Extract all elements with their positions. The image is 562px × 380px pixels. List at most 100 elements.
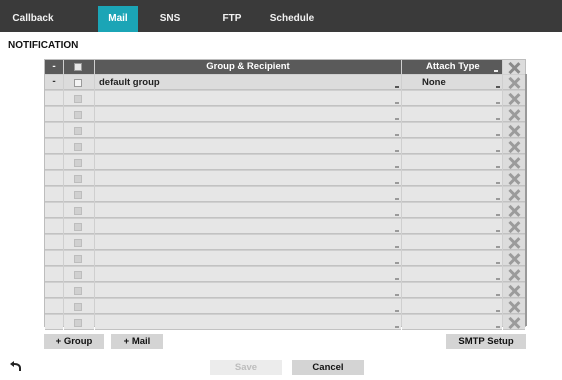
row-select-cell[interactable] [64, 235, 94, 250]
delete-icon[interactable] [508, 221, 520, 233]
row-select-cell[interactable] [64, 139, 94, 154]
row-delete-cell[interactable] [503, 251, 525, 266]
table-row[interactable] [45, 283, 525, 299]
tab-mail[interactable]: Mail [98, 6, 138, 32]
row-select-cell[interactable] [64, 283, 94, 298]
attach-type-select[interactable] [402, 107, 502, 122]
row-minus-cell[interactable] [45, 299, 63, 314]
add-group-button[interactable]: + Group [44, 334, 104, 349]
table-row[interactable] [45, 299, 525, 315]
row-select-cell[interactable] [64, 155, 94, 170]
attach-type-select[interactable] [402, 251, 502, 266]
row-delete-cell[interactable] [503, 299, 525, 314]
row-select-cell[interactable] [64, 91, 94, 106]
delete-icon[interactable] [508, 173, 520, 185]
group-recipient-field[interactable] [95, 155, 401, 170]
delete-icon[interactable] [508, 285, 520, 297]
group-recipient-field[interactable] [95, 123, 401, 138]
tab-ftp[interactable]: FTP [212, 6, 252, 32]
attach-type-select[interactable] [402, 299, 502, 314]
group-recipient-field[interactable] [95, 171, 401, 186]
row-checkbox[interactable] [74, 271, 82, 279]
row-minus-cell[interactable] [45, 251, 63, 266]
tab-callback[interactable]: Callback [8, 6, 58, 32]
table-row[interactable] [45, 91, 525, 107]
back-icon[interactable] [10, 361, 22, 371]
delete-icon[interactable] [508, 253, 520, 265]
row-minus-cell[interactable] [45, 171, 63, 186]
delete-icon[interactable] [508, 317, 520, 329]
table-row[interactable]: - default group None [45, 75, 525, 91]
attach-type-select[interactable] [402, 139, 502, 154]
attach-type-select[interactable] [402, 315, 502, 330]
row-checkbox[interactable] [74, 175, 82, 183]
group-recipient-field[interactable] [95, 187, 401, 202]
table-row[interactable] [45, 123, 525, 139]
attach-type-select[interactable] [402, 219, 502, 234]
group-recipient-field[interactable] [95, 315, 401, 330]
select-all-checkbox[interactable] [74, 63, 82, 71]
table-row[interactable] [45, 139, 525, 155]
table-row[interactable] [45, 219, 525, 235]
attach-type-select[interactable] [402, 155, 502, 170]
delete-icon[interactable] [508, 77, 520, 89]
row-checkbox[interactable] [74, 159, 82, 167]
row-delete-cell[interactable] [503, 171, 525, 186]
row-checkbox[interactable] [74, 319, 82, 327]
row-delete-cell[interactable] [503, 315, 525, 330]
attach-type-select[interactable] [402, 267, 502, 282]
delete-icon[interactable] [508, 205, 520, 217]
row-checkbox[interactable] [74, 239, 82, 247]
table-row[interactable] [45, 187, 525, 203]
row-checkbox[interactable] [74, 191, 82, 199]
delete-icon[interactable] [508, 301, 520, 313]
add-mail-button[interactable]: + Mail [111, 334, 163, 349]
attach-type-select[interactable] [402, 203, 502, 218]
row-select-cell[interactable] [64, 203, 94, 218]
group-recipient-field[interactable] [95, 203, 401, 218]
row-minus-cell[interactable] [45, 267, 63, 282]
attach-type-select[interactable] [402, 235, 502, 250]
row-minus-cell[interactable] [45, 283, 63, 298]
attach-type-select[interactable] [402, 91, 502, 106]
row-select-cell[interactable] [64, 171, 94, 186]
scrollbar[interactable] [525, 74, 527, 326]
header-attach-type[interactable]: Attach Type [402, 60, 502, 74]
tab-sns[interactable]: SNS [150, 6, 190, 32]
group-recipient-field[interactable] [95, 91, 401, 106]
row-minus-cell[interactable] [45, 123, 63, 138]
row-minus-cell[interactable] [45, 315, 63, 330]
attach-type-select[interactable] [402, 171, 502, 186]
row-minus-cell[interactable] [45, 219, 63, 234]
group-recipient-field[interactable] [95, 251, 401, 266]
table-row[interactable] [45, 203, 525, 219]
row-delete-cell[interactable] [503, 123, 525, 138]
row-checkbox[interactable] [74, 143, 82, 151]
save-button[interactable]: Save [210, 360, 282, 375]
delete-icon[interactable] [508, 141, 520, 153]
row-checkbox[interactable] [74, 287, 82, 295]
row-select-cell[interactable] [64, 251, 94, 266]
row-delete-cell[interactable] [503, 139, 525, 154]
row-checkbox[interactable] [74, 111, 82, 119]
group-recipient-field[interactable] [95, 139, 401, 154]
delete-icon[interactable] [508, 125, 520, 137]
row-minus-cell[interactable] [45, 155, 63, 170]
cancel-button[interactable]: Cancel [292, 360, 364, 375]
row-minus-cell[interactable] [45, 139, 63, 154]
table-row[interactable] [45, 315, 525, 331]
row-delete-cell[interactable] [503, 155, 525, 170]
group-recipient-field[interactable] [95, 283, 401, 298]
group-recipient-field[interactable] [95, 219, 401, 234]
row-minus-cell[interactable] [45, 203, 63, 218]
row-delete-cell[interactable] [503, 235, 525, 250]
delete-icon[interactable] [508, 269, 520, 281]
group-recipient-field[interactable] [95, 299, 401, 314]
row-select-cell[interactable] [64, 75, 94, 90]
row-select-cell[interactable] [64, 187, 94, 202]
delete-all-icon[interactable] [508, 62, 520, 74]
group-recipient-field[interactable] [95, 107, 401, 122]
header-delete-all[interactable] [503, 60, 525, 74]
row-delete-cell[interactable] [503, 187, 525, 202]
table-row[interactable] [45, 251, 525, 267]
